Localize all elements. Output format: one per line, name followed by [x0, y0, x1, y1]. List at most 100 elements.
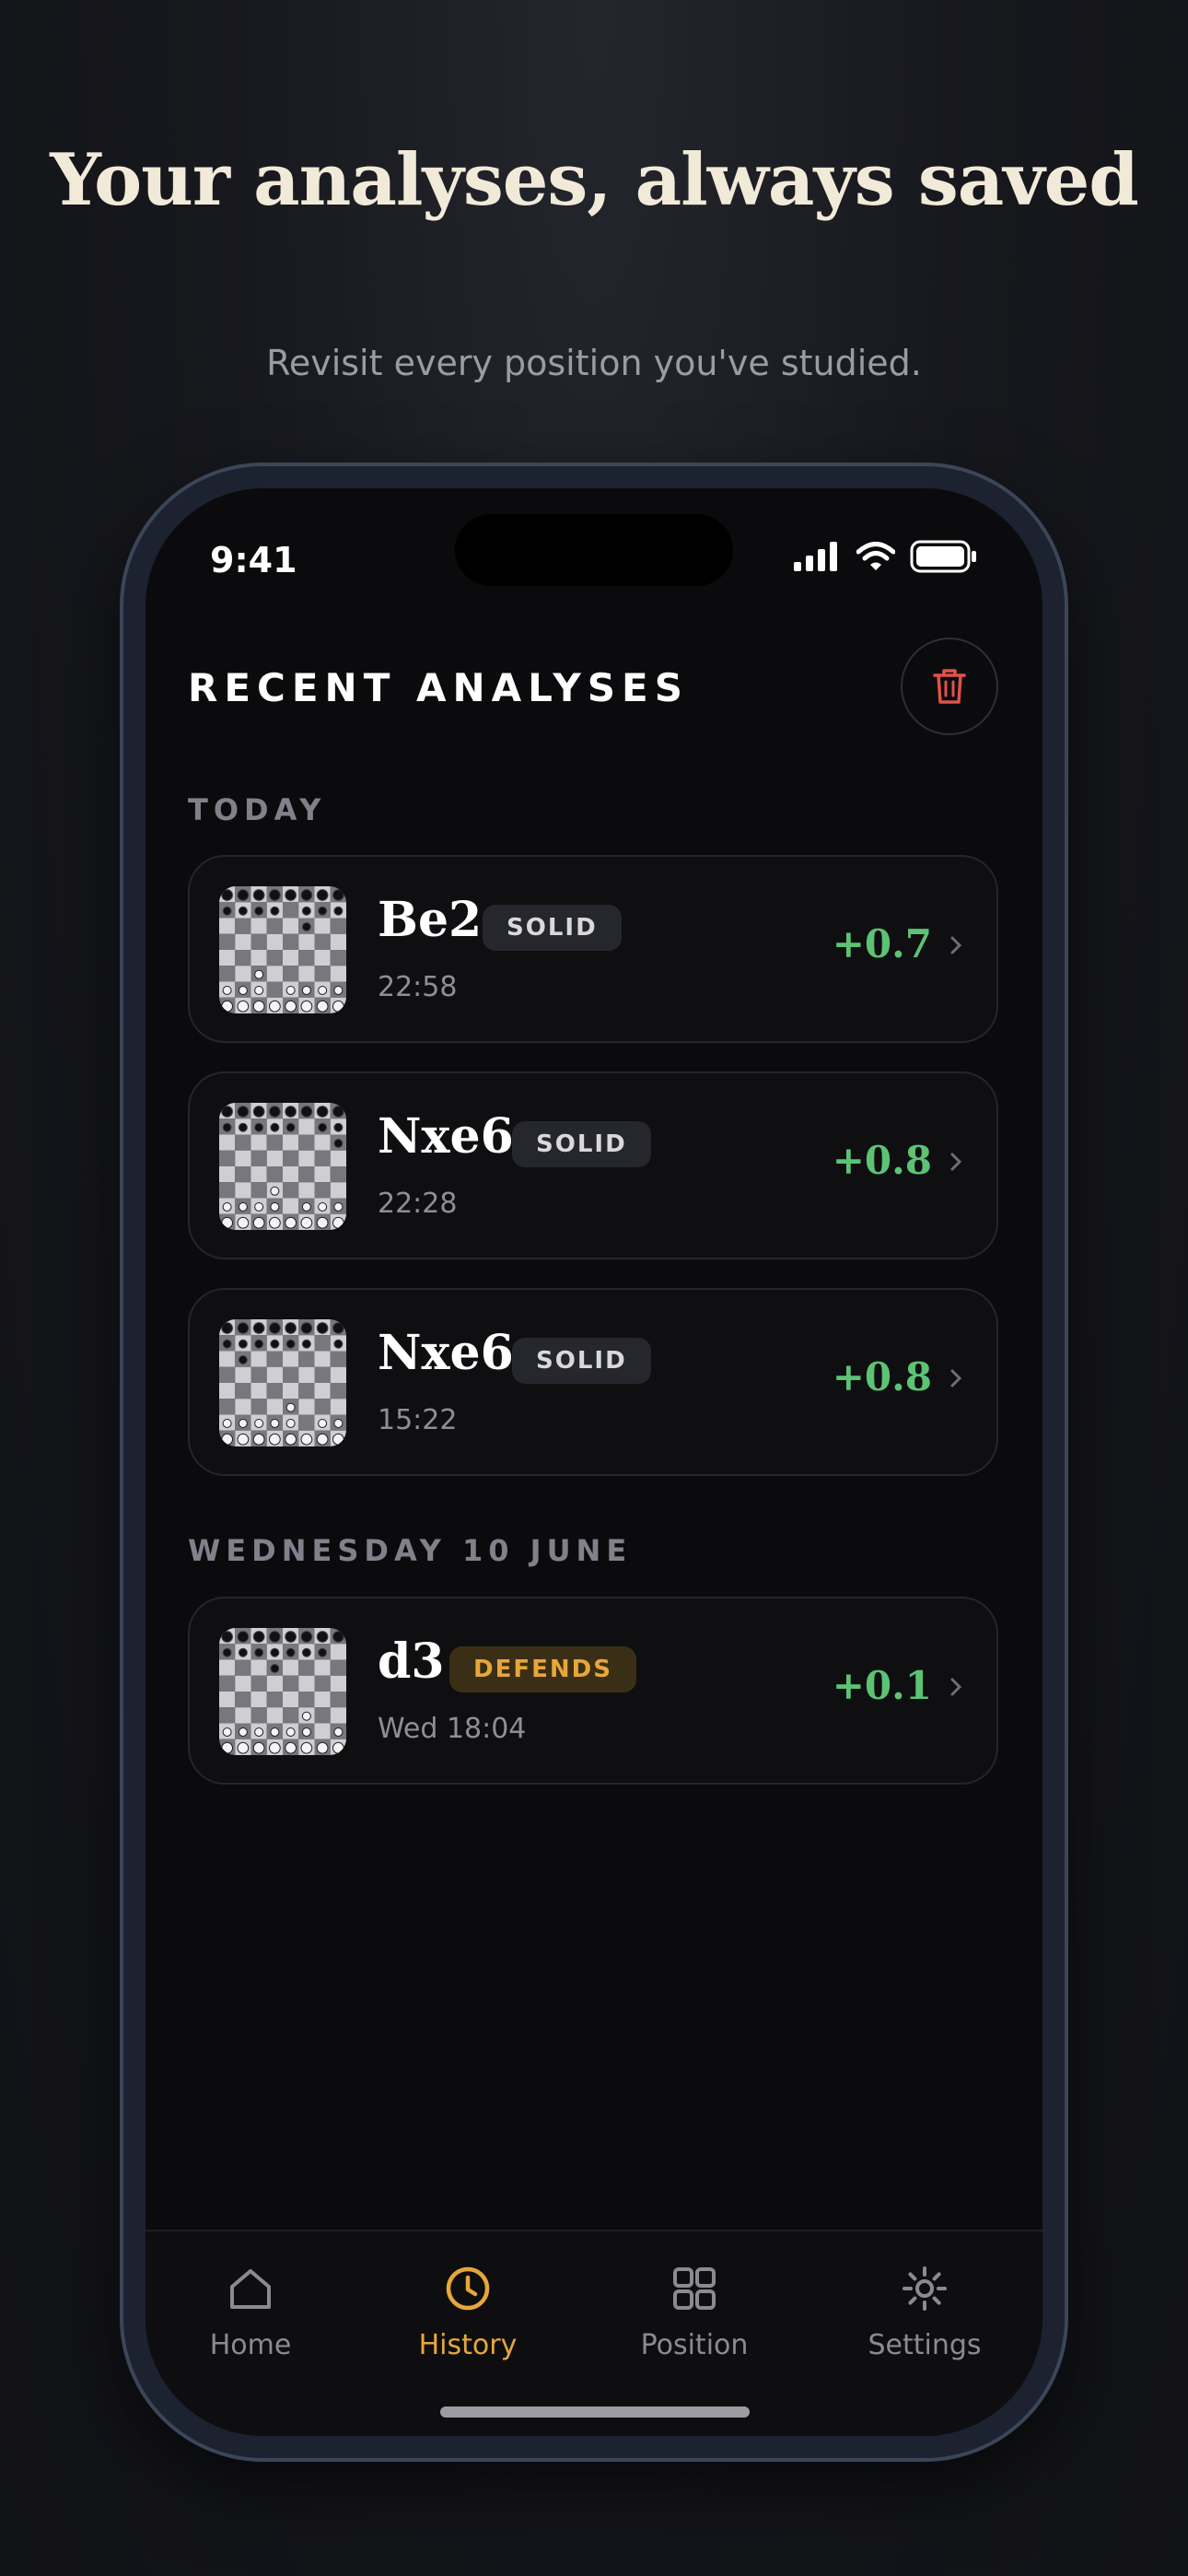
analysis-time: 22:28 — [378, 1188, 458, 1220]
board-square — [250, 933, 267, 950]
board-square — [266, 1351, 283, 1367]
chessboard-graphic — [219, 886, 346, 1013]
chess-piece — [285, 1647, 296, 1657]
tab-home[interactable]: Home — [168, 2263, 333, 2361]
chess-piece — [300, 1216, 313, 1229]
chess-piece — [316, 1322, 329, 1334]
section-label-wednesday: WEDNESDAY 10 JUNE — [188, 1533, 633, 1568]
board-square — [314, 1723, 331, 1739]
tab-history[interactable]: History — [385, 2263, 551, 2361]
board-square — [219, 1383, 236, 1399]
chess-piece — [316, 1216, 329, 1229]
board-square — [235, 1166, 251, 1183]
chess-piece — [270, 1186, 280, 1196]
board-square — [219, 1182, 236, 1199]
board-square — [330, 1707, 346, 1724]
chess-piece — [333, 906, 344, 916]
chess-piece — [221, 1631, 234, 1643]
chess-piece — [285, 1433, 297, 1446]
board-square — [283, 966, 299, 982]
chess-piece — [300, 1000, 313, 1013]
chess-piece — [300, 1631, 313, 1643]
board-square — [235, 933, 251, 950]
chess-piece — [221, 889, 234, 901]
chess-piece — [237, 1000, 250, 1013]
analysis-card[interactable]: Nxe6 SOLID 15:22 +0.8 — [188, 1288, 998, 1476]
board-square — [314, 1692, 331, 1708]
chess-piece — [254, 1647, 264, 1657]
board-square — [283, 1707, 299, 1724]
chess-piece — [254, 906, 264, 916]
board-square — [314, 1675, 331, 1692]
chess-piece — [333, 1418, 344, 1428]
board-square — [330, 1383, 346, 1399]
board-square — [250, 1182, 267, 1199]
board-square — [219, 966, 236, 982]
gear-icon — [903, 2266, 947, 2311]
board-square — [250, 950, 267, 966]
chess-piece — [238, 1647, 248, 1657]
chess-piece — [301, 1201, 311, 1212]
tab-label: History — [418, 2329, 518, 2361]
board-square — [266, 1366, 283, 1383]
tab-position[interactable]: Position — [611, 2263, 777, 2361]
chess-piece — [270, 1122, 280, 1132]
chess-piece — [301, 906, 311, 916]
board-square — [330, 950, 346, 966]
chess-piece — [318, 1647, 328, 1657]
chess-piece — [333, 1339, 344, 1349]
board-square — [298, 1182, 315, 1199]
tab-label: Settings — [868, 2329, 982, 2361]
board-square — [266, 933, 283, 950]
chess-piece — [237, 1216, 250, 1229]
board-square — [235, 1182, 251, 1199]
board-square — [330, 1675, 346, 1692]
board-square — [283, 1675, 299, 1692]
analysis-card[interactable]: d3 DEFENDS Wed 18:04 +0.1 — [188, 1597, 998, 1785]
chess-piece — [332, 1631, 344, 1643]
board-square — [298, 1414, 315, 1431]
evaluation-score: +0.7 — [832, 921, 932, 966]
board-square — [314, 918, 331, 934]
status-icons — [794, 540, 978, 573]
chess-piece — [270, 1727, 280, 1737]
board-square — [330, 933, 346, 950]
chevron-right-icon — [950, 1369, 962, 1388]
wifi-icon — [856, 542, 895, 570]
analysis-card[interactable]: Nxe6 SOLID 22:28 +0.8 — [188, 1071, 998, 1259]
board-square — [298, 1134, 315, 1151]
chess-piece — [237, 1741, 250, 1754]
board-square — [219, 918, 236, 934]
board-square — [219, 1166, 236, 1183]
chess-piece — [238, 1201, 248, 1212]
board-square — [314, 1182, 331, 1199]
clear-history-button[interactable] — [901, 638, 998, 735]
board-square — [283, 1134, 299, 1151]
board-square — [266, 1675, 283, 1692]
chess-piece — [333, 1138, 344, 1148]
chess-piece — [270, 906, 280, 916]
board-square — [314, 1134, 331, 1151]
chess-piece — [285, 1000, 297, 1013]
board-square — [330, 1659, 346, 1676]
board-square — [314, 950, 331, 966]
board-square — [283, 933, 299, 950]
board-square — [330, 966, 346, 982]
board-square — [314, 1166, 331, 1183]
chess-piece — [238, 1354, 248, 1364]
board-square — [219, 1366, 236, 1383]
phone-screen: 9:41 RECENT ANALYSES TODAY Be2 SOLID 22:… — [146, 488, 1042, 2436]
tab-settings[interactable]: Settings — [842, 2263, 1007, 2361]
board-square — [283, 1692, 299, 1708]
board-square — [250, 1134, 267, 1151]
chess-piece — [252, 1216, 265, 1229]
board-square — [298, 1399, 315, 1415]
chess-piece — [237, 889, 250, 901]
board-square — [266, 918, 283, 934]
analysis-card[interactable]: Be2 SOLID 22:58 +0.7 — [188, 855, 998, 1043]
chess-piece — [252, 1433, 265, 1446]
board-square — [283, 1198, 299, 1214]
chess-piece — [254, 1122, 264, 1132]
board-square — [235, 1134, 251, 1151]
chess-piece — [300, 1741, 313, 1754]
